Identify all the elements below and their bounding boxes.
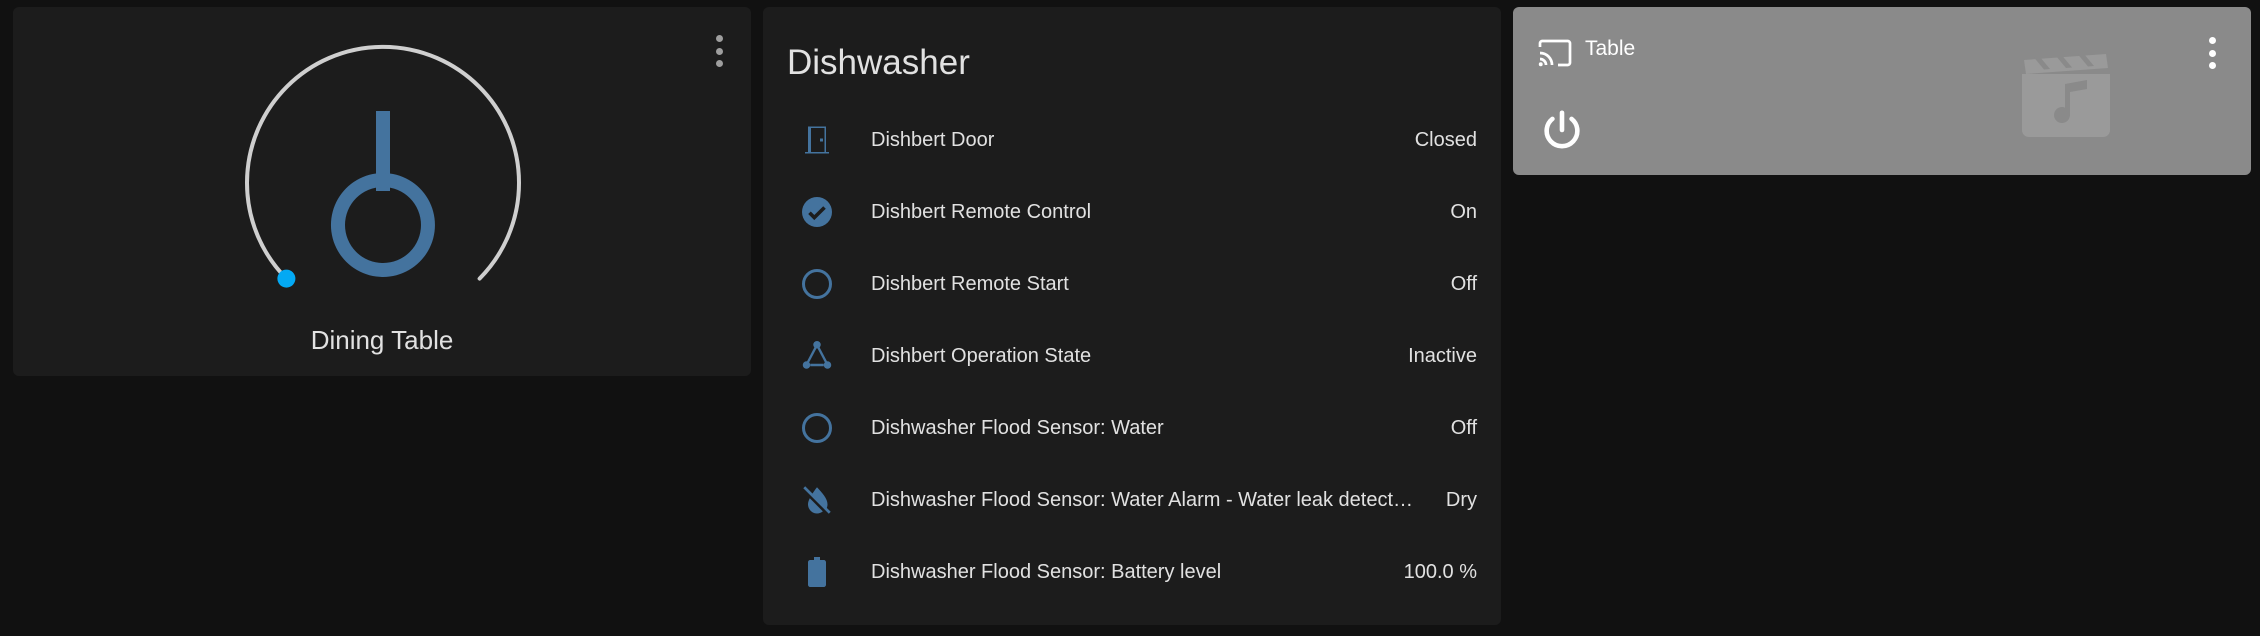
- power-icon[interactable]: [1539, 107, 1585, 153]
- water-off-icon: [803, 486, 831, 514]
- entity-state: Inactive: [1408, 344, 1477, 367]
- light-card: Dining Table: [13, 7, 751, 376]
- light-name: Dining Table: [310, 325, 454, 355]
- brightness-handle[interactable]: [277, 269, 296, 288]
- media-player-card: Table: [1513, 7, 2251, 175]
- entity-name: Dishbert Remote Start: [871, 272, 1069, 295]
- entity-state: Closed: [1414, 128, 1477, 151]
- battery-icon: [808, 557, 826, 587]
- media-card-menu-icon[interactable]: [2206, 37, 2218, 69]
- state-machine-icon: [802, 341, 832, 369]
- entity-row-operation-state[interactable]: Dishbert Operation State Inactive: [763, 320, 1501, 392]
- ceiling-light-icon: [330, 111, 435, 277]
- entity-name: Dishbert Operation State: [871, 344, 1092, 367]
- card-title: Dishwasher: [787, 43, 970, 82]
- circle-outline-icon: [802, 413, 832, 443]
- entity-state: Dry: [1445, 488, 1477, 511]
- entity-name: Dishwasher Flood Sensor: Water: [871, 416, 1164, 439]
- entity-name: Dishbert Door: [871, 128, 995, 151]
- entity-row-flood-water[interactable]: Dishwasher Flood Sensor: Water Off: [763, 392, 1501, 464]
- entity-row-battery[interactable]: Dishwasher Flood Sensor: Battery level 1…: [763, 536, 1501, 608]
- brightness-dial[interactable]: [223, 37, 543, 297]
- media-player-name: Table: [1585, 37, 1636, 60]
- cast-icon: [1538, 39, 1572, 67]
- entity-state: Off: [1450, 272, 1477, 295]
- entity-state: 100.0 %: [1403, 560, 1477, 583]
- entity-row-water-alarm[interactable]: Dishwasher Flood Sensor: Water Alarm - W…: [763, 464, 1501, 536]
- light-card-menu-icon[interactable]: [713, 35, 725, 67]
- entity-name: Dishbert Remote Control: [871, 200, 1092, 223]
- check-circle-icon: [802, 197, 832, 227]
- entity-state: On: [1450, 200, 1477, 223]
- entity-state: Off: [1450, 416, 1477, 439]
- music-video-icon: [2022, 54, 2110, 137]
- entity-row-remote-control[interactable]: Dishbert Remote Control On: [763, 176, 1501, 248]
- entities-card: Dishwasher Dishbert Door Closed Dishbert…: [763, 7, 1501, 625]
- door-icon: [805, 126, 829, 154]
- entity-name: Dishwasher Flood Sensor: Water Alarm - W…: [871, 488, 1414, 511]
- circle-outline-icon: [802, 269, 832, 299]
- entity-row-remote-start[interactable]: Dishbert Remote Start Off: [763, 248, 1501, 320]
- entity-row-door[interactable]: Dishbert Door Closed: [763, 104, 1501, 176]
- entity-name: Dishwasher Flood Sensor: Battery level: [871, 560, 1222, 583]
